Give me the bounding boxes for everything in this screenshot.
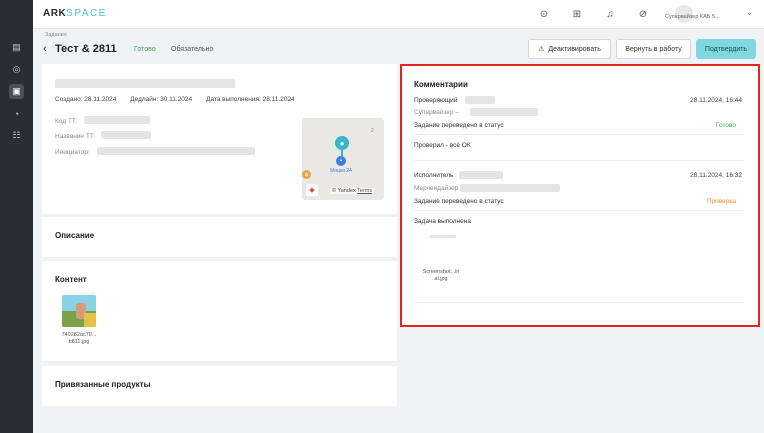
top-bar: ARKSPACE ⊙ ⊞ ♫ ⊘ Супервайзер КАБ 5... ⌄ bbox=[33, 0, 764, 29]
map-pin-icon[interactable]: ● bbox=[335, 136, 349, 150]
name-label: Название ТТ: bbox=[55, 133, 96, 140]
comment-date: 28.11.2024, 16:32 bbox=[690, 172, 742, 179]
task-dates: Создано: 28.11.2024 Дедлайн: 30.11.2024 … bbox=[55, 96, 295, 103]
map-copyright: © Yandex Terms bbox=[330, 188, 375, 194]
initiator-label: Инициатор: bbox=[55, 149, 90, 156]
attachment-image-thumbnail[interactable] bbox=[430, 233, 456, 241]
comments-panel: Комментарии Проверяющий 28.11.2024, 16:4… bbox=[400, 64, 760, 327]
content-file-name[interactable]: 740282ac79... b811.jpg bbox=[54, 332, 104, 346]
tasks-icon[interactable]: ▣ bbox=[9, 84, 24, 99]
description-title: Описание bbox=[55, 231, 95, 240]
comment-status-value: Готово bbox=[715, 122, 736, 129]
comment-status-text: Задание переведено в статус bbox=[414, 122, 504, 129]
location-map[interactable]: 2 ● ▪ Моцка 24 ψ ◆ © Yandex Terms bbox=[302, 118, 384, 200]
comment-author-position: Мерчендайзер bbox=[414, 185, 459, 192]
location-icon[interactable]: ◆ bbox=[306, 184, 318, 196]
comment-status-text: Задание переведено в статус bbox=[414, 198, 504, 205]
left-sidebar: ▤ ◎ ▣ ◔ ☷ bbox=[0, 0, 33, 433]
database-icon[interactable]: ◎ bbox=[9, 62, 24, 77]
settings-icon[interactable]: ☷ bbox=[9, 128, 24, 143]
compass-icon[interactable]: ⊘ bbox=[636, 7, 650, 21]
page-title: Тест & 2811 bbox=[55, 43, 117, 55]
redacted-name bbox=[101, 131, 151, 139]
dashboard-icon[interactable]: ▤ bbox=[9, 40, 24, 55]
deactivate-button[interactable]: ⚠ Деактивировать bbox=[528, 39, 611, 59]
linked-products-title: Привязанные продукты bbox=[55, 380, 151, 389]
confirm-button[interactable]: Подтвердить bbox=[696, 39, 756, 59]
bell-icon[interactable]: ♫ bbox=[603, 7, 617, 21]
comment-author-position: Супервайзер – bbox=[414, 109, 459, 116]
comment-author-role: Исполнитель bbox=[414, 172, 454, 179]
back-arrow-icon[interactable]: ‹ bbox=[43, 43, 47, 55]
content-image-thumbnail[interactable] bbox=[62, 295, 96, 327]
redacted-code bbox=[84, 116, 150, 124]
grid-icon[interactable]: ⊞ bbox=[570, 7, 584, 21]
warning-icon: ⚠ bbox=[538, 46, 545, 53]
comment-author-role: Проверяющий bbox=[414, 97, 458, 104]
comments-title: Комментарии bbox=[414, 80, 468, 89]
description-card[interactable] bbox=[42, 217, 397, 257]
redacted-address bbox=[55, 79, 235, 88]
required-badge: Обязательно bbox=[171, 46, 214, 53]
redacted-initiator bbox=[97, 147, 255, 155]
content-title: Контент bbox=[55, 275, 87, 284]
restaurant-icon: ψ bbox=[302, 170, 311, 179]
target-icon[interactable]: ◔ bbox=[9, 106, 24, 121]
comment-message: Проверил - всё ОК bbox=[414, 142, 471, 149]
breadcrumb[interactable]: Задания bbox=[45, 32, 67, 38]
chat-icon[interactable]: ⊙ bbox=[537, 7, 551, 21]
comment-message: Задача выполнена bbox=[414, 218, 471, 225]
app-logo[interactable]: ARKSPACE bbox=[43, 8, 107, 19]
return-to-work-button[interactable]: Вернуть в работу bbox=[616, 39, 691, 59]
attachment-file-name[interactable]: Screenshot...in al.jpg bbox=[416, 269, 466, 283]
comment-status-value: Проверка bbox=[706, 198, 736, 205]
status-badge: Готово bbox=[134, 46, 156, 53]
map-terms-link[interactable]: Terms bbox=[357, 188, 372, 194]
bus-icon: ▪ bbox=[336, 156, 346, 166]
user-name[interactable]: Супервайзер КАБ 5... bbox=[665, 14, 720, 20]
comment-date: 28.11.2024, 16:44 bbox=[690, 97, 742, 104]
code-label: Код ТТ: bbox=[55, 118, 78, 125]
chevron-down-icon[interactable]: ⌄ bbox=[746, 8, 753, 17]
